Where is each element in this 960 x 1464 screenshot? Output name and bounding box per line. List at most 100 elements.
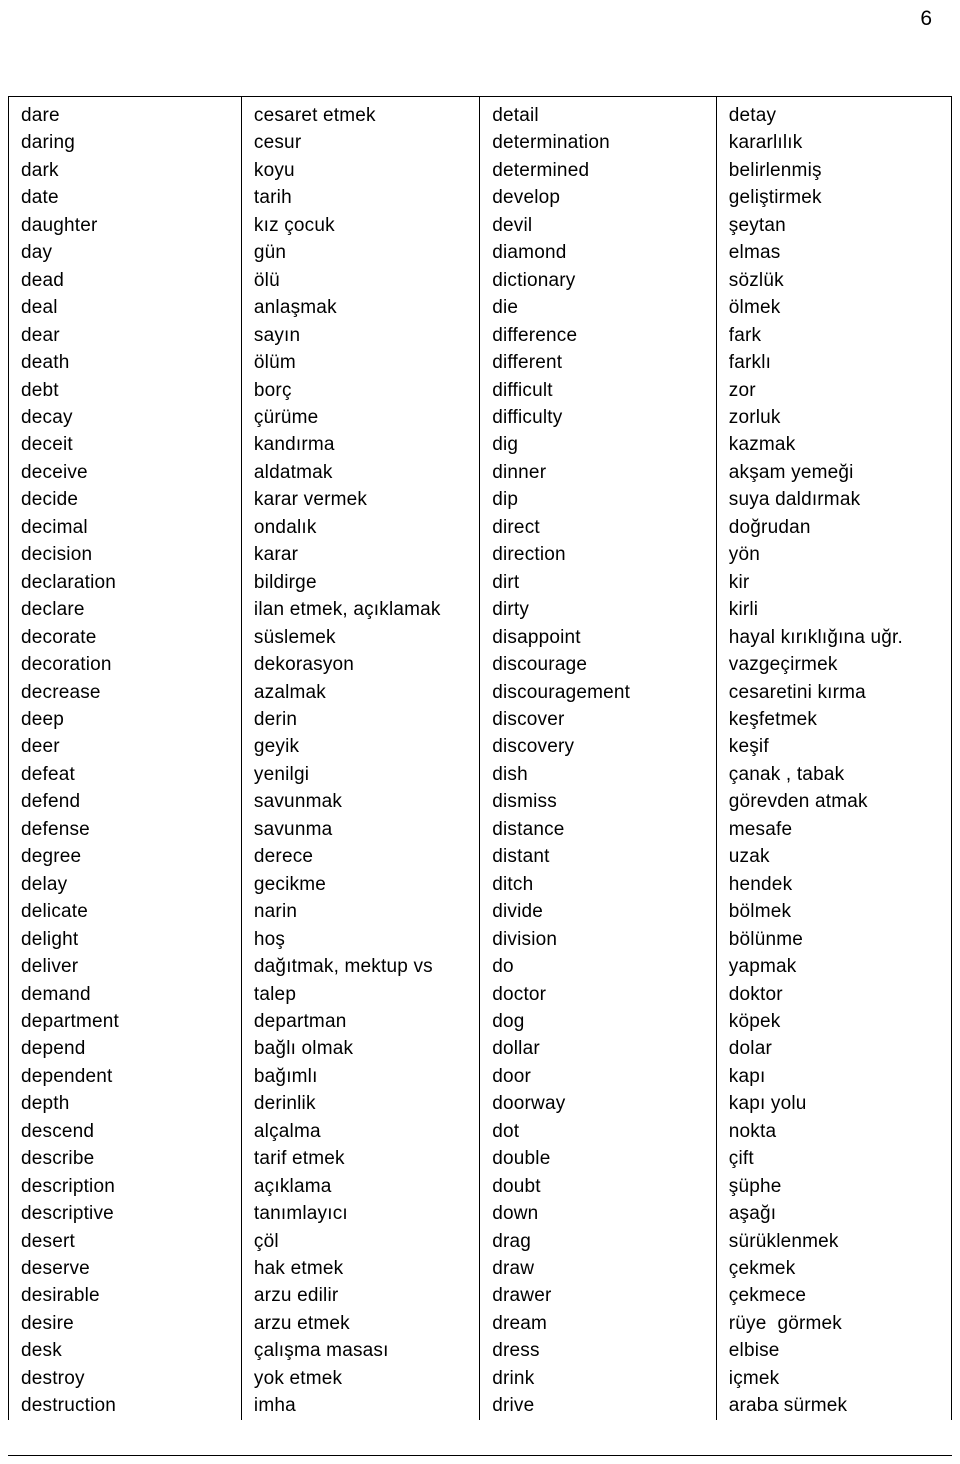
vocab-entry: destroy	[21, 1367, 85, 1389]
vocab-entry: keşif	[728, 736, 769, 758]
vocab-entry: ondalık	[253, 516, 317, 538]
vocab-entry: derece	[253, 846, 314, 868]
vocab-entry: ditch	[492, 873, 534, 895]
vocab-entry: decay	[21, 406, 73, 428]
vocab-entry: ölü	[253, 269, 280, 291]
vocab-entry: daring	[21, 132, 75, 154]
vocab-entry: arzu edilir	[253, 1285, 339, 1307]
vocab-entry: belirlenmiş	[728, 159, 822, 181]
vocab-entry: tarih	[253, 187, 292, 209]
vocab-entry: decide	[21, 489, 79, 511]
vocab-entry: doktor	[728, 983, 783, 1005]
vocab-entry: araba sürmek	[728, 1395, 848, 1417]
vocab-entry: yön	[728, 544, 760, 566]
vocab-entry: karar	[253, 544, 299, 566]
vocab-entry: date	[21, 187, 59, 209]
vocab-entry: dish	[492, 763, 528, 785]
vocab-entry: dark	[21, 159, 59, 181]
vocab-entry: rüye görmek	[728, 1312, 842, 1334]
vocab-entry: derin	[253, 708, 298, 730]
vocab-entry: discouragement	[492, 681, 631, 703]
vocab-entry: dog	[492, 1010, 525, 1032]
vocab-entry: declaration	[21, 571, 117, 593]
vocab-entry: double	[492, 1148, 551, 1170]
vocab-entry: içmek	[728, 1367, 780, 1389]
vocab-entry: devil	[492, 214, 533, 236]
vocab-entry: gecikme	[253, 873, 327, 895]
vocab-entry: hoş	[253, 928, 286, 950]
vocab-entry: dollar	[492, 1038, 540, 1060]
vocab-entry: distance	[492, 818, 565, 840]
vocab-entry: dot	[492, 1120, 520, 1142]
vocab-entry: farklı	[728, 352, 772, 374]
vocab-entry: delight	[21, 928, 79, 950]
vocab-entry: department	[21, 1010, 120, 1032]
vocab-entry: detail	[492, 105, 539, 126]
vocab-entry: kapı	[728, 1065, 766, 1087]
column-4-entries: detay kararlılık belirlenmiş geliştirmek şey…	[717, 97, 951, 1420]
vocab-entry: door	[492, 1065, 532, 1087]
vocab-entry: demand	[21, 983, 91, 1005]
vocab-entry: çift	[728, 1148, 754, 1170]
vocab-entry: do	[492, 956, 514, 978]
vocab-entry: görevden atmak	[728, 791, 868, 813]
vocab-entry: defend	[21, 791, 81, 813]
vocab-entry: deceive	[21, 461, 88, 483]
vocab-entry: hak etmek	[253, 1258, 344, 1280]
vocab-entry: yapmak	[728, 956, 797, 978]
vocab-entry: develop	[492, 187, 561, 209]
vocab-entry: dead	[21, 269, 65, 291]
column-3-entries: detail determination determined develop devi…	[480, 97, 716, 1420]
vocab-entry: delicate	[21, 901, 89, 923]
vocab-entry: dolar	[728, 1038, 772, 1060]
vocab-entry: dirt	[492, 571, 520, 593]
vocab-entry: down	[492, 1203, 539, 1225]
vocab-entry: decrease	[21, 681, 101, 703]
vocab-entry: determined	[492, 159, 590, 181]
vocab-entry: doğrudan	[728, 516, 811, 538]
vocab-entry: fark	[728, 324, 762, 346]
vocab-entry: sayın	[253, 324, 301, 346]
vocab-entry: drawer	[492, 1285, 552, 1307]
vocab-entry: dip	[492, 489, 519, 511]
vocab-entry: şeytan	[728, 214, 786, 236]
vocab-entry: decision	[21, 544, 93, 566]
vocab-entry: bağlı olmak	[253, 1038, 354, 1060]
vocab-entry: açıklama	[253, 1175, 332, 1197]
vocab-entry: ilan etmek, açıklamak	[253, 599, 441, 621]
vocab-entry: alçalma	[253, 1120, 321, 1142]
vocab-entry: defense	[21, 818, 90, 840]
vocab-entry: disappoint	[492, 626, 581, 648]
vocab-entry: aşağı	[728, 1203, 777, 1225]
vocab-entry: difficult	[492, 379, 553, 401]
vocab-entry: nokta	[728, 1120, 777, 1142]
vocab-entry: mesafe	[728, 818, 793, 840]
vocab-entry: uzak	[728, 846, 770, 868]
vocab-entry: decorate	[21, 626, 97, 648]
vocab-entry: geyik	[253, 736, 300, 758]
vocab-entry: draw	[492, 1258, 535, 1280]
vocab-entry: tanımlayıcı	[253, 1203, 348, 1225]
vocab-entry: daughter	[21, 214, 98, 236]
vocab-entry: anlaşmak	[253, 297, 337, 319]
vocab-entry: narin	[253, 901, 298, 923]
vocab-entry: deep	[21, 708, 65, 730]
column-2-entries: cesaret etmek cesur koyu tarih kız çocuk gün ö…	[242, 97, 479, 1420]
vocab-entry: azalmak	[253, 681, 327, 703]
vocab-entry: vazgeçirmek	[728, 654, 838, 676]
vocab-entry: yenilgi	[253, 763, 310, 785]
vocab-entry: dress	[492, 1340, 540, 1362]
vocab-entry: description	[21, 1175, 115, 1197]
vocab-entry: degree	[21, 846, 82, 868]
vocab-entry: dear	[21, 324, 60, 346]
vocab-entry: kız çocuk	[253, 214, 335, 236]
vocab-entry: süslemek	[253, 626, 336, 648]
vocab-entry: cesaretini kırma	[728, 681, 866, 703]
vocab-entry: savunmak	[253, 791, 343, 813]
vocab-entry: keşfetmek	[728, 708, 818, 730]
vocab-entry: hendek	[728, 873, 793, 895]
vocab-entry: dream	[492, 1312, 548, 1334]
vocab-entry: direct	[492, 516, 540, 538]
vocab-entry: depend	[21, 1038, 86, 1060]
vocab-entry: karar vermek	[253, 489, 368, 511]
